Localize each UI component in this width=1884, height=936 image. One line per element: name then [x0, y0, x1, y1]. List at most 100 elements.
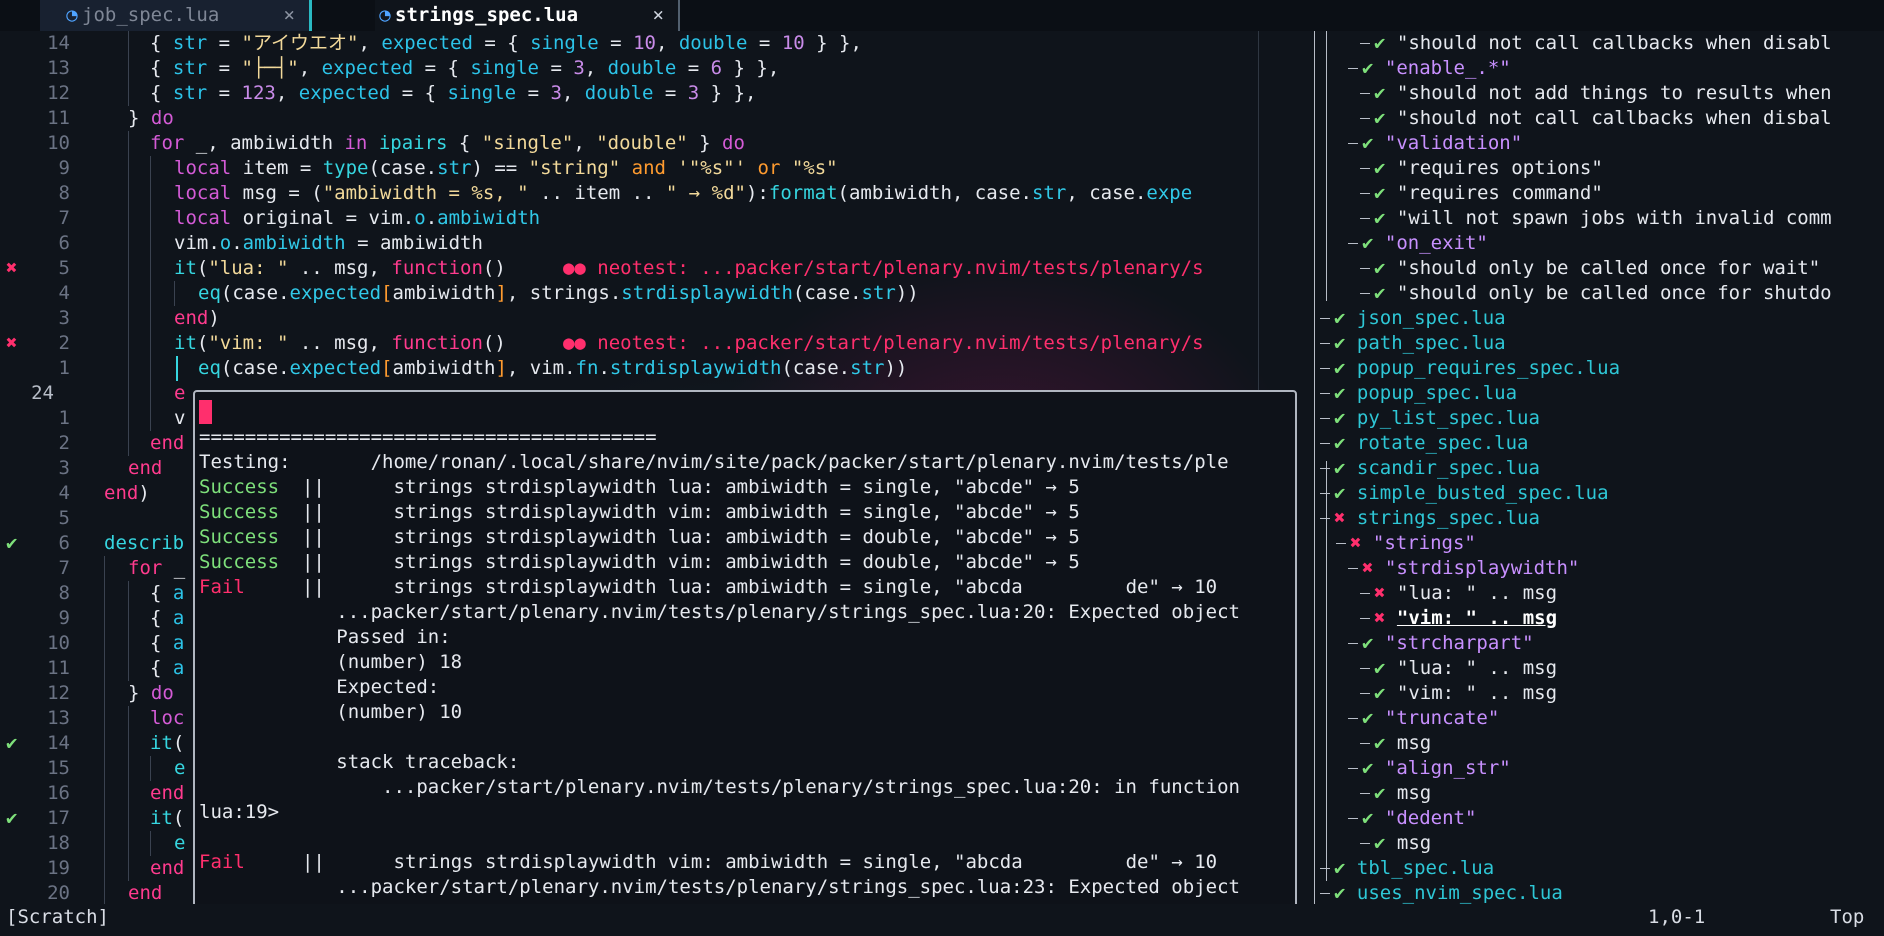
pass-icon: ✔	[1334, 382, 1346, 404]
neotest-summary-tree[interactable]: ✔ "should not call callbacks when disabl…	[1314, 31, 1884, 911]
tree-describe-item[interactable]: ✖ "strdisplaywidth"	[1362, 556, 1579, 581]
tree-describe-item[interactable]: ✔ "truncate"	[1362, 706, 1499, 731]
pass-icon: ✔	[1374, 657, 1386, 679]
tree-connector	[1348, 568, 1358, 569]
code-line: vim.o.ambiwidth = ambiwidth	[0, 231, 1256, 256]
tree-test-item[interactable]: ✔ "will not spawn jobs with invalid comm	[1374, 206, 1832, 231]
tree-test-item[interactable]: ✔ "should only be called once for shutdo	[1374, 281, 1832, 306]
tree-describe-item[interactable]: ✔ "enable_.*"	[1362, 56, 1511, 81]
tree-test-item[interactable]: ✔ msg	[1374, 781, 1431, 806]
fail-label: Fail	[199, 576, 245, 598]
tree-connector	[1360, 118, 1370, 119]
fail-icon: ✖	[1374, 607, 1386, 629]
tree-connector	[1348, 768, 1358, 769]
tree-connector	[1320, 868, 1330, 869]
tree-test-item[interactable]: ✔ "requires options"	[1374, 156, 1603, 181]
result-text: strings strdisplaywidth lua: ambiwidth =…	[393, 476, 1080, 498]
close-icon[interactable]: ×	[653, 0, 664, 31]
tree-item-label: "enable_.*"	[1384, 57, 1511, 79]
tree-describe-item[interactable]: ✔ "on_exit"	[1362, 231, 1488, 256]
tree-file-item[interactable]: ✔ py_list_spec.lua	[1334, 406, 1540, 431]
popup-line: stack traceback:	[199, 751, 520, 773]
tree-file-item[interactable]: ✔ simple_busted_spec.lua	[1334, 481, 1609, 506]
tree-file-item[interactable]: ✔ path_spec.lua	[1334, 331, 1506, 356]
sep: ||	[301, 526, 325, 548]
pass-icon: ✔	[1374, 782, 1386, 804]
tree-item-label: "dedent"	[1384, 807, 1477, 829]
tree-describe-item[interactable]: ✔ "dedent"	[1362, 806, 1476, 831]
tree-test-item[interactable]: ✔ msg	[1374, 731, 1431, 756]
tree-connector	[1360, 293, 1370, 294]
tree-item-label: "should not call callbacks when disbal	[1396, 107, 1832, 129]
pass-icon: ✔	[1334, 407, 1346, 429]
pass-icon: ✔	[1374, 832, 1386, 854]
tree-test-item[interactable]: ✔ "vim: " .. msg	[1374, 681, 1557, 706]
test-output-popup[interactable]: ========================================…	[193, 390, 1297, 918]
tree-item-label: "vim: " .. msg	[1396, 607, 1558, 629]
code-line: for _, ambiwidth in ipairs { "single", "…	[0, 131, 1256, 156]
tree-connector	[1360, 793, 1370, 794]
pass-icon: ✔	[1362, 132, 1374, 154]
lua-icon: ◔	[66, 4, 78, 26]
close-icon[interactable]: ×	[284, 0, 295, 31]
sep: ||	[301, 551, 325, 573]
fail-icon: ✖	[1350, 532, 1362, 554]
popup-line: Testing: /home/ronan/.local/share/nvim/s…	[199, 451, 1229, 473]
tree-connector	[1336, 543, 1346, 544]
tree-test-item[interactable]: ✔ "lua: " .. msg	[1374, 656, 1557, 681]
popup-line: Passed in:	[199, 626, 451, 648]
code-line: it("lua: " .. msg, function() ●● neotest…	[0, 256, 1256, 281]
tree-describe-item[interactable]: ✔ "strcharpart"	[1362, 631, 1534, 656]
popup-line: Success || strings strdisplaywidth vim: …	[199, 550, 1080, 575]
popup-line: Success || strings strdisplaywidth lua: …	[199, 475, 1080, 500]
scroll-position: Top	[1830, 906, 1865, 928]
tree-connector	[1360, 593, 1370, 594]
tab-strings-spec[interactable]: ◔ strings_spec.lua ×	[375, 0, 680, 31]
popup-line: lua:19>	[199, 801, 280, 823]
popup-line: ========================================	[199, 426, 657, 448]
tree-test-item[interactable]: ✔ "should only be called once for wait"	[1374, 256, 1820, 281]
tree-item-label: "on_exit"	[1384, 232, 1488, 254]
line-number: 5	[58, 507, 70, 529]
code-line: { str = "アイウエオ", expected = { single = 1…	[0, 31, 1256, 56]
tree-file-item[interactable]: ✔ rotate_spec.lua	[1334, 431, 1529, 456]
tree-test-item[interactable]: ✔ msg	[1374, 831, 1431, 856]
result-text: strings strdisplaywidth vim: ambiwidth =…	[393, 501, 1080, 523]
tree-test-item[interactable]: ✔ "should not call callbacks when disabl	[1374, 31, 1832, 56]
code-line: local msg = ("ambiwidth = %s, " .. item …	[0, 181, 1256, 206]
tree-test-item[interactable]: ✔ "should not call callbacks when disbal	[1374, 106, 1832, 131]
tree-file-item[interactable]: ✔ popup_requires_spec.lua	[1334, 356, 1620, 381]
popup-line: (number) 18	[199, 651, 463, 673]
tree-test-item[interactable]: ✔ "should not add things to results when	[1374, 81, 1832, 106]
pass-icon: ✔	[1334, 882, 1346, 904]
tree-file-item[interactable]: ✖ strings_spec.lua	[1334, 506, 1540, 531]
pass-icon: ✔	[1362, 632, 1374, 654]
tree-test-item[interactable]: ✖ "lua: " .. msg	[1374, 581, 1557, 606]
tree-connector	[1360, 618, 1370, 619]
fail-icon: ✖	[1362, 557, 1374, 579]
tree-test-item[interactable]: ✖ "vim: " .. msg	[1374, 606, 1557, 631]
tree-describe-item[interactable]: ✔ "align_str"	[1362, 756, 1511, 781]
tree-item-label: "lua: " .. msg	[1396, 657, 1558, 679]
tree-file-item[interactable]: ✔ popup_spec.lua	[1334, 381, 1517, 406]
tree-file-item[interactable]: ✔ uses_nvim_spec.lua	[1334, 881, 1563, 906]
code-line: } do	[128, 107, 174, 129]
popup-line: ...packer/start/plenary.nvim/tests/plena…	[199, 776, 1240, 798]
tree-item-label: "strdisplaywidth"	[1384, 557, 1580, 579]
pass-icon: ✔	[1334, 457, 1346, 479]
buffer-name: [Scratch]	[6, 906, 109, 928]
tree-item-label: "vim: " .. msg	[1396, 682, 1558, 704]
tree-connector	[1320, 493, 1330, 494]
tree-describe-item[interactable]: ✔ "validation"	[1362, 131, 1522, 156]
popup-line: ...packer/start/plenary.nvim/tests/plena…	[199, 876, 1240, 898]
tree-file-item[interactable]: ✔ scandir_spec.lua	[1334, 456, 1540, 481]
tree-connector	[1360, 93, 1370, 94]
tree-file-item[interactable]: ✔ json_spec.lua	[1334, 306, 1506, 331]
tree-item-label: "align_str"	[1384, 757, 1511, 779]
tab-job-spec[interactable]: ◔ job_spec.lua ×	[40, 0, 312, 31]
lua-icon: ◔	[379, 4, 391, 26]
tree-test-item[interactable]: ✔ "requires command"	[1374, 181, 1603, 206]
tree-file-item[interactable]: ✔ tbl_spec.lua	[1334, 856, 1494, 881]
tree-describe-item[interactable]: ✖ "strings"	[1350, 531, 1476, 556]
result-text: strings strdisplaywidth lua: ambiwidth =…	[393, 576, 1218, 598]
